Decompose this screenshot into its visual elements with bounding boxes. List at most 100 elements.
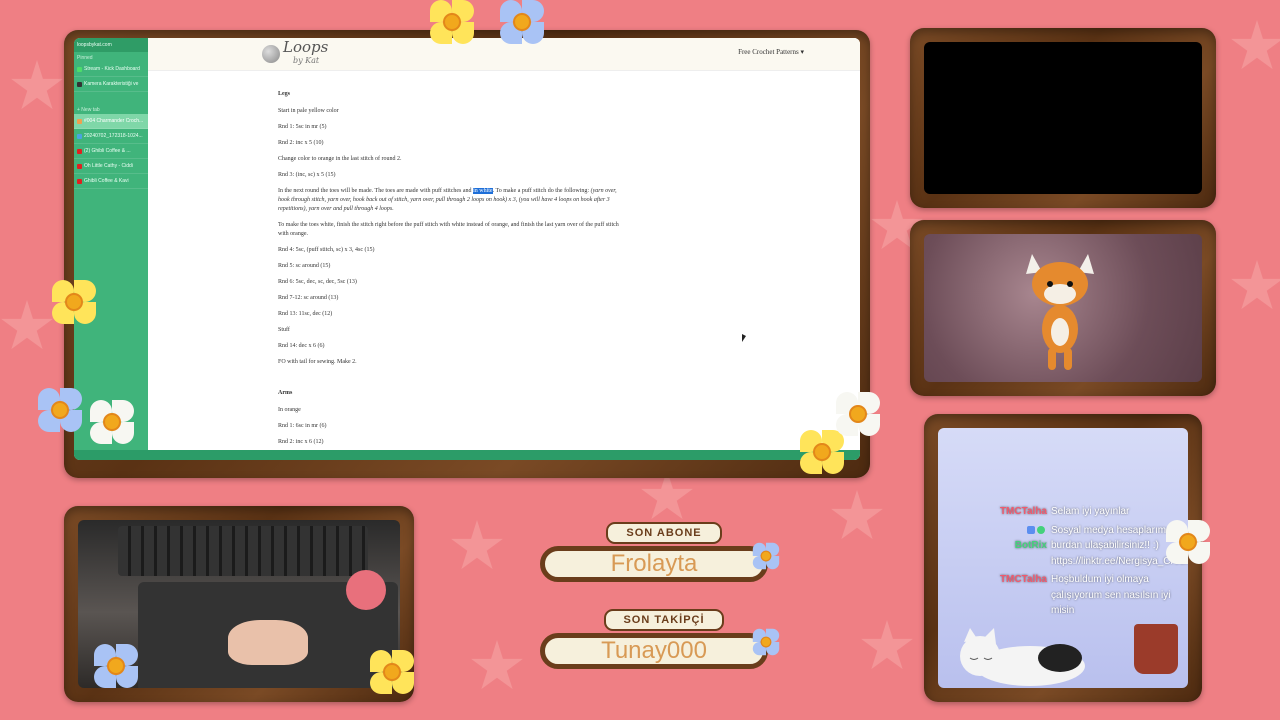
sidebar-tab-label: 20240702_172318-1024... — [84, 133, 143, 139]
address-bar[interactable]: loopsbykat.com — [74, 38, 148, 52]
article-paragraph: To make the toes white, finish the stitc… — [278, 222, 619, 237]
chat-username: TMCTalha — [999, 574, 1047, 585]
sleeping-cat-icon — [960, 628, 1085, 686]
logo-text: Loops by Kat — [283, 38, 329, 66]
daffodil-flower-icon — [370, 650, 414, 694]
article-paragraph: Change color to orange in the last stitc… — [278, 156, 402, 162]
star-decoration — [831, 490, 883, 540]
keyboard-image — [118, 526, 368, 576]
article-paragraph: In the next round the toes will be made.… — [278, 188, 617, 212]
sidebar-tab-label: Stream - Kick Dashboard — [84, 66, 140, 72]
article-paragraph: Stuff — [278, 327, 290, 333]
taskbar — [74, 450, 860, 460]
white-flower-icon — [836, 392, 880, 436]
star-decoration — [1231, 20, 1280, 70]
youtube-icon — [77, 148, 82, 154]
yarn-ball-image — [346, 570, 386, 610]
sidebar-tab-label: Kamera Karakteristiği ve — [84, 81, 139, 87]
article-paragraph: Rnd 5: sc around (15) — [278, 263, 331, 269]
bot-badge-icon — [1027, 525, 1035, 534]
article-paragraph: Rnd 2: inc x 6 (12) — [278, 439, 324, 445]
nav-free-patterns-dropdown[interactable]: Free Crochet Patterns ▾ — [738, 48, 804, 56]
sidebar-tab-label: (2) Ghibli Coffee & ... — [84, 148, 131, 154]
tab-favicon-icon — [77, 118, 82, 124]
blue-flower-icon — [752, 542, 780, 570]
chat-text: Selam iyi yayınlar — [1051, 506, 1130, 517]
section-heading-legs: Legs — [278, 91, 290, 97]
tab-favicon-icon — [77, 81, 82, 87]
selected-text: in white — [473, 188, 493, 194]
flower-pot-icon — [1134, 624, 1178, 674]
sidebar-tab[interactable]: Ghibli Coffee & Kavi — [74, 174, 148, 189]
web-page: Loops by Kat Free Crochet Patterns ▾ Legs… — [148, 38, 860, 450]
sidebar-tab-label: Oh Little Cathy - Ciddi — [84, 163, 133, 169]
last-subscriber-name: Frolayta — [540, 546, 768, 582]
white-flower-icon — [1166, 520, 1210, 564]
tab-favicon-icon — [77, 66, 82, 72]
daffodil-flower-icon — [430, 0, 474, 44]
sidebar-tab[interactable]: Oh Little Cathy - Ciddi — [74, 159, 148, 174]
daffodil-flower-icon — [52, 280, 96, 324]
sidebar-tab[interactable]: Stream - Kick Dashboard — [74, 62, 148, 77]
tab-favicon-icon — [77, 133, 82, 139]
chat-messages: TMCTalha Selam iyi yayınlar BotRix Sosya… — [996, 504, 1188, 622]
last-follower-name: Tunay000 — [540, 633, 768, 669]
chat-message: TMCTalha Selam iyi yayınlar — [996, 504, 1186, 520]
browser-window: loopsbykat.com Pinned Stream - Kick Dash… — [74, 38, 860, 460]
article-paragraph: Rnd 1: 5sc in mr (5) — [278, 124, 327, 130]
sidebar-tab[interactable]: (2) Ghibli Coffee & ... — [74, 144, 148, 159]
article-paragraph: In orange — [278, 407, 301, 413]
fox-image-frame — [910, 220, 1216, 396]
last-subscriber-label: SON ABONE — [606, 522, 722, 544]
article-paragraph: Rnd 2: inc x 5 (10) — [278, 140, 324, 146]
chat-message: BotRix Sosyal medya hesaplarıma burdan u… — [996, 523, 1188, 570]
blue-flower-icon — [500, 0, 544, 44]
last-follower-label: SON TAKİPÇİ — [604, 609, 724, 631]
mouse-cursor-icon — [742, 334, 746, 342]
youtube-icon — [77, 178, 82, 184]
chat-username: TMCTalha — [999, 506, 1047, 517]
chat-frame: TMCTalha Selam iyi yayınlar BotRix Sosya… — [924, 414, 1202, 702]
star-decoration — [451, 520, 503, 570]
article-paragraph: Rnd 4: 5sc, (puff stitch, sc) x 3, 4sc (… — [278, 247, 375, 253]
star-decoration — [11, 60, 63, 110]
star-decoration — [641, 470, 693, 520]
browser-sidebar: loopsbykat.com Pinned Stream - Kick Dash… — [74, 38, 148, 460]
new-tab-button[interactable]: + New tab — [74, 104, 148, 114]
chevron-down-icon: ▾ — [800, 48, 804, 56]
pattern-article: Legs Start in pale yellow color Rnd 1: 5… — [278, 90, 623, 454]
chat-username: BotRix — [996, 523, 1047, 570]
blue-flower-icon — [38, 388, 82, 432]
fox-amigurumi-icon — [1026, 254, 1094, 370]
article-paragraph: Rnd 7-12: sc around (13) — [278, 295, 339, 301]
sidebar-tab[interactable]: 20240702_172318-1024... — [74, 129, 148, 144]
sidebar-tab-label: Ghibli Coffee & Kavi — [84, 178, 129, 184]
star-decoration — [1231, 260, 1280, 310]
article-paragraph: Rnd 13: 11sc, dec (12) — [278, 311, 333, 317]
chat-panel: TMCTalha Selam iyi yayınlar BotRix Sosya… — [938, 428, 1188, 688]
video-placeholder — [924, 42, 1202, 194]
chat-text: Hoşbuldum iyi olmaya çalışıyorum sen nas… — [1051, 574, 1171, 616]
article-paragraph: Rnd 6: 5sc, dec, sc, dec, 5sc (13) — [278, 279, 357, 285]
article-paragraph: FO with tail for sewing. Make 2. — [278, 359, 357, 365]
sidebar-tab-active[interactable]: #004 Charmander Croch... — [74, 114, 148, 129]
star-decoration — [1, 300, 53, 350]
article-paragraph: Rnd 3: (inc, sc) x 5 (15) — [278, 172, 336, 178]
verified-badge-icon — [1037, 525, 1045, 534]
sidebar-tab-label: #004 Charmander Croch... — [84, 118, 144, 124]
site-logo[interactable]: Loops by Kat — [262, 38, 329, 67]
sidebar-section-pinned: Pinned — [77, 55, 93, 61]
fox-amigurumi-image — [924, 234, 1202, 382]
article-paragraph: Rnd 1: 6sc in mr (6) — [278, 423, 327, 429]
article-paragraph: Start in pale yellow color — [278, 108, 339, 114]
section-heading-arms: Arms — [278, 390, 293, 396]
sidebar-tab[interactable]: Kamera Karakteristiği ve — [74, 77, 148, 92]
blue-flower-icon — [94, 644, 138, 688]
blue-flower-icon — [752, 628, 780, 656]
star-decoration — [861, 620, 913, 670]
daffodil-flower-icon — [800, 430, 844, 474]
youtube-icon — [77, 163, 82, 169]
white-flower-icon — [90, 400, 134, 444]
empty-video-frame — [910, 28, 1216, 208]
star-decoration — [471, 640, 523, 690]
